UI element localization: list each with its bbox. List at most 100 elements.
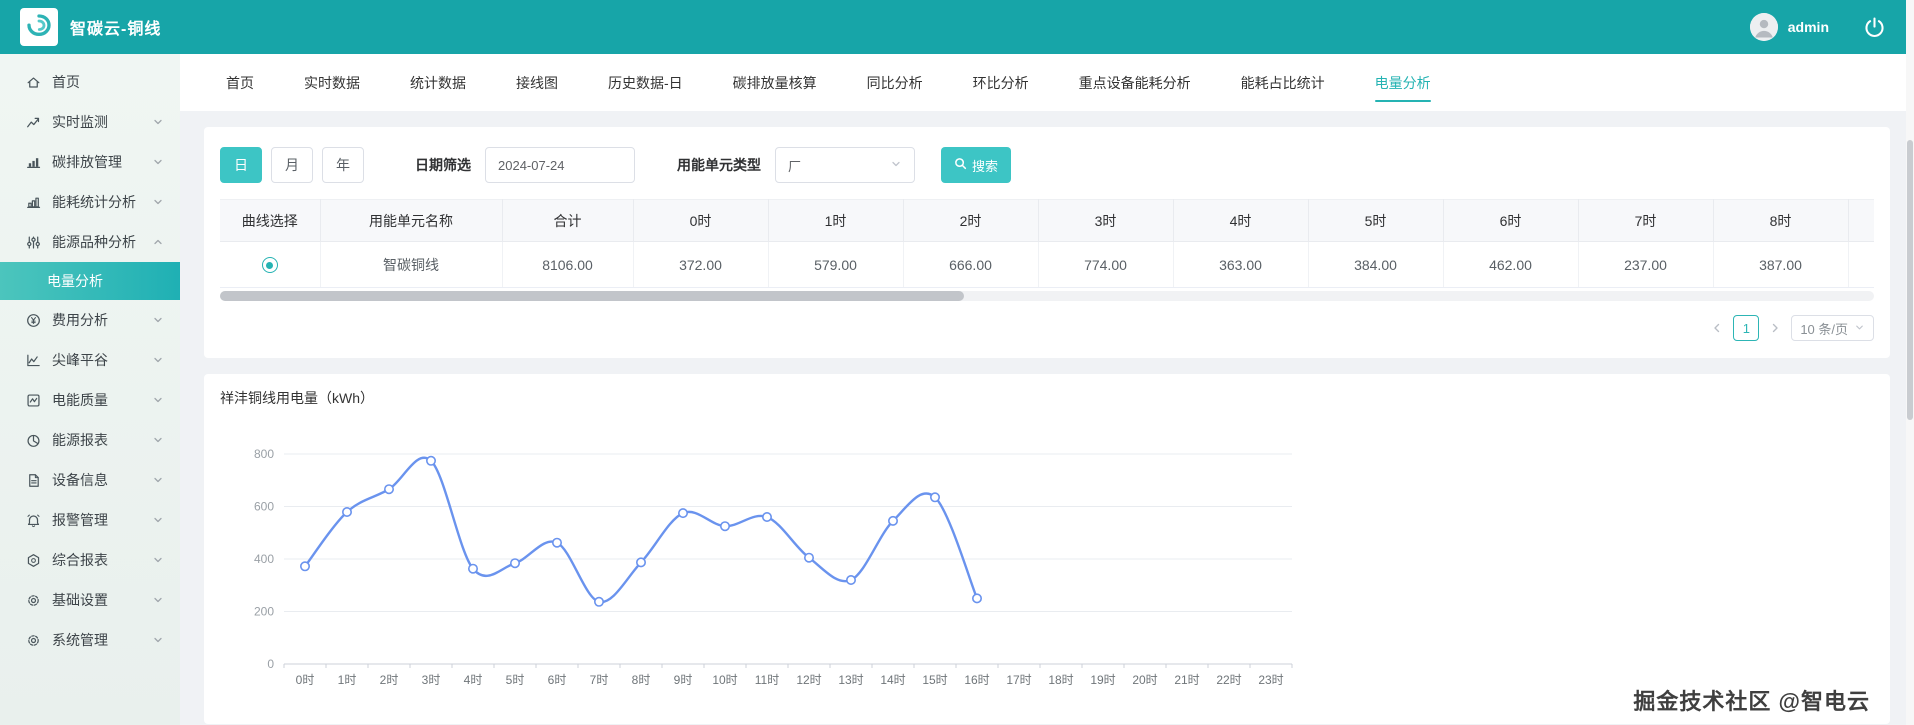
svg-text:15时: 15时 [922,673,947,687]
svg-text:7时: 7时 [590,673,609,687]
sidebar-item[interactable]: 费用分析 [0,300,180,340]
peak-line-icon [26,353,41,368]
period-button[interactable]: 年 [322,147,364,183]
watermark-text: 掘金技术社区 @智电云 [1633,689,1870,714]
svg-text:12时: 12时 [796,673,821,687]
gear-icon [26,593,41,608]
svg-text:400: 400 [254,552,274,566]
sidebar-item[interactable]: 设备信息 [0,460,180,500]
filter-row: 日月年 日期筛选 2024-07-24 用能单元类型 厂 搜索 [220,147,1874,183]
vertical-scrollbar[interactable] [1906,0,1914,725]
unit-type-select[interactable]: 厂 [775,147,915,183]
svg-text:800: 800 [254,447,274,461]
value-cell: 237.00 [1578,241,1714,288]
sidebar-item[interactable]: 首页 [0,62,180,102]
page-size-value: 10 条/页 [1800,321,1848,337]
app-title: 智碳云-铜线 [70,21,162,38]
svg-text:200: 200 [254,605,274,619]
username: admin [1787,19,1829,35]
tab-item[interactable]: 实时数据 [304,54,360,111]
value-cell: 372.00 [633,241,769,288]
svg-text:21时: 21时 [1174,673,1199,687]
sidebar-item[interactable]: 能源报表 [0,420,180,460]
chevron-down-icon [152,554,164,566]
chevron-down-icon [152,196,164,208]
tab-item[interactable]: 电量分析 [1374,54,1431,111]
sidebar-item[interactable]: 能耗统计分析 [0,182,180,222]
sidebar-item[interactable]: 报警管理 [0,500,180,540]
line-chart-container: 0 200 400 600 800 0时 1时 2时 3时 4时 5时 6时 7时 8时 9时 10时 11时 1… [228,430,1874,723]
page-size-select[interactable]: 10 条/页 [1791,315,1874,341]
vertical-scrollbar-thumb[interactable] [1907,140,1913,420]
horizontal-scrollbar[interactable] [220,291,1874,301]
tab-item[interactable]: 重点设备能耗分析 [1079,54,1191,111]
gear-icon [26,633,41,648]
sidebar-item-label: 电能质量 [52,392,108,408]
sidebar-item[interactable]: 基础设置 [0,580,180,620]
svg-text:2时: 2时 [380,673,399,687]
chevron-down-icon [152,594,164,606]
page-number[interactable]: 1 [1733,315,1760,341]
table-header-cell: 6时 [1443,199,1579,242]
tab-item[interactable]: 碳排放量核算 [733,54,817,111]
svg-text:23时: 23时 [1258,673,1283,687]
sidebar-item[interactable]: 综合报表 [0,540,180,580]
table-header-cell: 8时 [1713,199,1849,242]
chevron-down-icon [152,354,164,366]
sliders-icon [26,235,41,250]
tab-item[interactable]: 历史数据-日 [608,54,683,111]
sidebar-item[interactable]: 实时监测 [0,102,180,142]
sidebar-subitem[interactable]: 电量分析 [0,262,180,300]
period-button[interactable]: 月 [271,147,313,183]
query-card: 日月年 日期筛选 2024-07-24 用能单元类型 厂 搜索 曲线选择 用能单元… [204,127,1890,358]
tab-item[interactable]: 能耗占比统计 [1241,54,1325,111]
prev-page-button[interactable] [1710,321,1724,335]
tab-item[interactable]: 统计数据 [410,54,466,111]
curve-select-radio[interactable] [261,257,278,274]
user-menu[interactable]: admin [1749,13,1829,41]
data-table-wrap: 曲线选择 用能单元名称 合计 0时 1时 2时 3时 4时 5时 6时 7时 8时 智碳铜线 8106.0… [220,199,1874,288]
sidebar-item-label: 能耗统计分析 [52,194,136,210]
table-header-cell: 曲线选择 [220,199,321,242]
sidebar-item-label: 报警管理 [52,512,108,528]
logout-power-icon[interactable] [1863,16,1886,39]
tab-bar: 首页 实时数据 统计数据 接线图 历史数据-日 碳排放量核算 同比分析 环比分析 重点设备能耗分… [180,54,1914,111]
value-cell: 462.00 [1443,241,1579,288]
svg-text:10时: 10时 [712,673,737,687]
value-cell: 8106.00 [502,241,634,288]
table-header-cell: 5时 [1308,199,1444,242]
chart-title: 祥沣铜线用电量（kWh） [220,390,374,406]
sidebar-item-label: 首页 [52,74,80,90]
line-chart-svg: 0 200 400 600 800 0时 1时 2时 3时 4时 5时 6时 7时 8时 9时 10时 11时 1… [254,447,1293,687]
tab-item[interactable]: 接线图 [516,54,558,111]
sidebar-item[interactable]: 尖峰平谷 [0,340,180,380]
period-button[interactable]: 日 [220,147,262,183]
svg-text:6时: 6时 [548,673,567,687]
next-page-button[interactable] [1768,321,1782,335]
chevron-down-icon [1854,321,1865,336]
horizontal-scrollbar-thumb[interactable] [220,291,965,301]
chevron-down-icon [152,156,164,168]
sidebar-item[interactable]: 电能质量 [0,380,180,420]
search-icon [954,157,967,173]
search-button[interactable]: 搜索 [941,147,1012,183]
quality-square-icon [26,393,41,408]
date-filter-label: 日期筛选 [415,157,471,173]
value-cell: 387.00 [1713,241,1849,288]
date-input[interactable]: 2024-07-24 [485,147,635,183]
sidebar-item-label: 综合报表 [52,552,108,568]
sidebar-item[interactable]: 系统管理 [0,620,180,660]
chevron-down-icon [152,314,164,326]
tab-item[interactable]: 同比分析 [867,54,923,111]
sidebar-item[interactable]: 能源品种分析 [0,222,180,262]
pagination: 1 10 条/页 [220,314,1874,342]
table-header-cell: 4时 [1173,199,1309,242]
chevron-down-icon [890,158,902,173]
svg-text:16时: 16时 [964,673,989,687]
app-header: 智碳云-铜线 admin [0,0,1914,54]
sidebar-item[interactable]: 碳排放管理 [0,142,180,182]
tab-item[interactable]: 首页 [226,54,254,111]
avatar [1749,13,1778,41]
tab-item[interactable]: 环比分析 [973,54,1029,111]
date-value: 2024-07-24 [498,157,565,173]
